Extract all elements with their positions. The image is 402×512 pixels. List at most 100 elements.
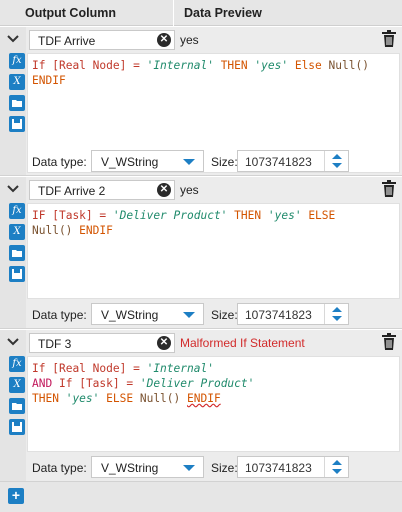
spinner-down-icon[interactable] (332, 316, 342, 321)
field-token: [Task] (79, 377, 120, 390)
data-type-select[interactable]: V_WString (91, 456, 204, 478)
operator-token: = (99, 209, 107, 222)
function-token: Null() (328, 59, 369, 72)
string-token: 'Internal' (146, 362, 214, 375)
trash-icon[interactable] (381, 180, 397, 198)
function-token: Null() (32, 224, 73, 237)
keyword-token: If (32, 362, 46, 375)
footer-bar: + (0, 482, 402, 512)
keyword-token: THEN (220, 59, 248, 72)
output-column-name-input[interactable]: TDF Arrive ✕ (29, 30, 175, 50)
data-type-select[interactable]: V_WString (91, 150, 204, 172)
function-icon[interactable]: fx (9, 203, 25, 219)
data-type-select[interactable]: V_WString (91, 303, 204, 325)
expression-code: If [Real Node] = 'Internal' THEN 'yes' E… (32, 58, 369, 88)
spinner-down-icon[interactable] (332, 469, 342, 474)
field-token: [Real Node] (52, 59, 127, 72)
caret-down-icon (183, 159, 195, 165)
data-preview-value: yes (180, 183, 199, 197)
expression-editor[interactable]: If [Real Node] = 'Internal' AND If [Task… (27, 356, 400, 452)
formula-row-1: TDF Arrive ✕ yes fx 𝑋 If [Real Node] = '… (0, 27, 402, 176)
spinner-down-icon[interactable] (332, 163, 342, 168)
keyword-token-error: ENDIF (187, 392, 221, 405)
chevron-down-icon[interactable] (6, 184, 20, 194)
output-column-header: Output Column (25, 6, 116, 20)
chevron-down-icon[interactable] (6, 34, 20, 44)
save-icon[interactable] (9, 419, 25, 435)
data-type-value: V_WString (101, 155, 159, 169)
size-spinner[interactable] (324, 151, 348, 171)
folder-icon[interactable] (9, 398, 25, 414)
operator-token: = (133, 362, 140, 375)
string-token: 'yes' (65, 392, 100, 405)
variable-icon[interactable]: 𝑋 (9, 74, 25, 90)
keyword-token: ENDIF (79, 224, 113, 237)
data-preview-error: Malformed If Statement (180, 336, 305, 350)
size-input[interactable]: 1073741823 (237, 150, 349, 172)
keyword-token: THEN (32, 392, 59, 405)
field-token: [Task] (52, 209, 93, 222)
output-column-name-input[interactable]: TDF Arrive 2 ✕ (29, 180, 175, 200)
size-spinner[interactable] (324, 304, 348, 324)
data-type-label: Data type: (32, 461, 87, 475)
expression-code: IF [Task] = 'Deliver Product' THEN 'yes'… (32, 208, 335, 238)
spinner-up-icon[interactable] (332, 154, 342, 159)
caret-down-icon (183, 465, 195, 471)
clear-icon[interactable]: ✕ (157, 336, 171, 350)
expression-editor[interactable]: IF [Task] = 'Deliver Product' THEN 'yes'… (27, 203, 400, 299)
function-token: Null() (139, 392, 181, 405)
size-input[interactable]: 1073741823 (237, 456, 349, 478)
keyword-token: ELSE (308, 209, 336, 222)
size-value: 1073741823 (245, 461, 312, 475)
output-column-name-value: TDF 3 (38, 337, 72, 351)
data-type-label: Data type: (32, 155, 87, 169)
variable-icon[interactable]: 𝑋 (9, 377, 25, 393)
save-icon[interactable] (9, 116, 25, 132)
string-token: 'Deliver Product' (139, 377, 255, 390)
output-column-name-value: TDF Arrive (38, 34, 96, 48)
trash-icon[interactable] (381, 333, 397, 351)
trash-icon[interactable] (381, 30, 397, 48)
variable-icon[interactable]: 𝑋 (9, 224, 25, 240)
keyword-token: AND (32, 377, 53, 390)
grid-header: Output Column Data Preview (0, 0, 402, 26)
keyword-token: ENDIF (32, 74, 66, 87)
string-token: 'Deliver Product' (112, 209, 228, 222)
output-column-name-value: TDF Arrive 2 (38, 184, 106, 198)
data-type-value: V_WString (101, 308, 159, 322)
spinner-up-icon[interactable] (332, 460, 342, 465)
size-label: Size: (211, 461, 238, 475)
operator-token: = (126, 377, 134, 390)
folder-icon[interactable] (9, 95, 25, 111)
field-type-bar: Data type: V_WString Size: 1073741823 (27, 300, 400, 328)
formula-row-2: TDF Arrive 2 ✕ yes fx 𝑋 IF [Task] = 'Del… (0, 177, 402, 329)
size-label: Size: (211, 308, 238, 322)
keyword-token: IF (32, 209, 46, 222)
keyword-token: ELSE (106, 392, 134, 405)
folder-icon[interactable] (9, 245, 25, 261)
keyword-token: If (58, 377, 73, 390)
function-icon[interactable]: fx (9, 53, 25, 69)
clear-icon[interactable]: ✕ (157, 33, 171, 47)
spinner-up-icon[interactable] (332, 307, 342, 312)
data-preview-header: Data Preview (184, 6, 262, 20)
keyword-token: If (32, 59, 46, 72)
formula-row-3: TDF 3 ✕ Malformed If Statement fx 𝑋 If [… (0, 330, 402, 482)
chevron-down-icon[interactable] (6, 337, 20, 347)
output-column-name-input[interactable]: TDF 3 ✕ (29, 333, 175, 353)
size-spinner[interactable] (324, 457, 348, 477)
clear-icon[interactable]: ✕ (157, 183, 171, 197)
operator-token: = (133, 59, 140, 72)
size-value: 1073741823 (245, 155, 312, 169)
data-preview-value: yes (180, 33, 199, 47)
size-value: 1073741823 (245, 308, 312, 322)
add-row-button[interactable]: + (8, 488, 24, 504)
string-token: 'yes' (254, 59, 289, 72)
expression-code: If [Real Node] = 'Internal' AND If [Task… (32, 361, 254, 406)
size-input[interactable]: 1073741823 (237, 303, 349, 325)
data-type-value: V_WString (101, 461, 159, 475)
function-icon[interactable]: fx (9, 356, 25, 372)
save-icon[interactable] (9, 266, 25, 282)
data-type-label: Data type: (32, 308, 87, 322)
size-label: Size: (211, 155, 238, 169)
